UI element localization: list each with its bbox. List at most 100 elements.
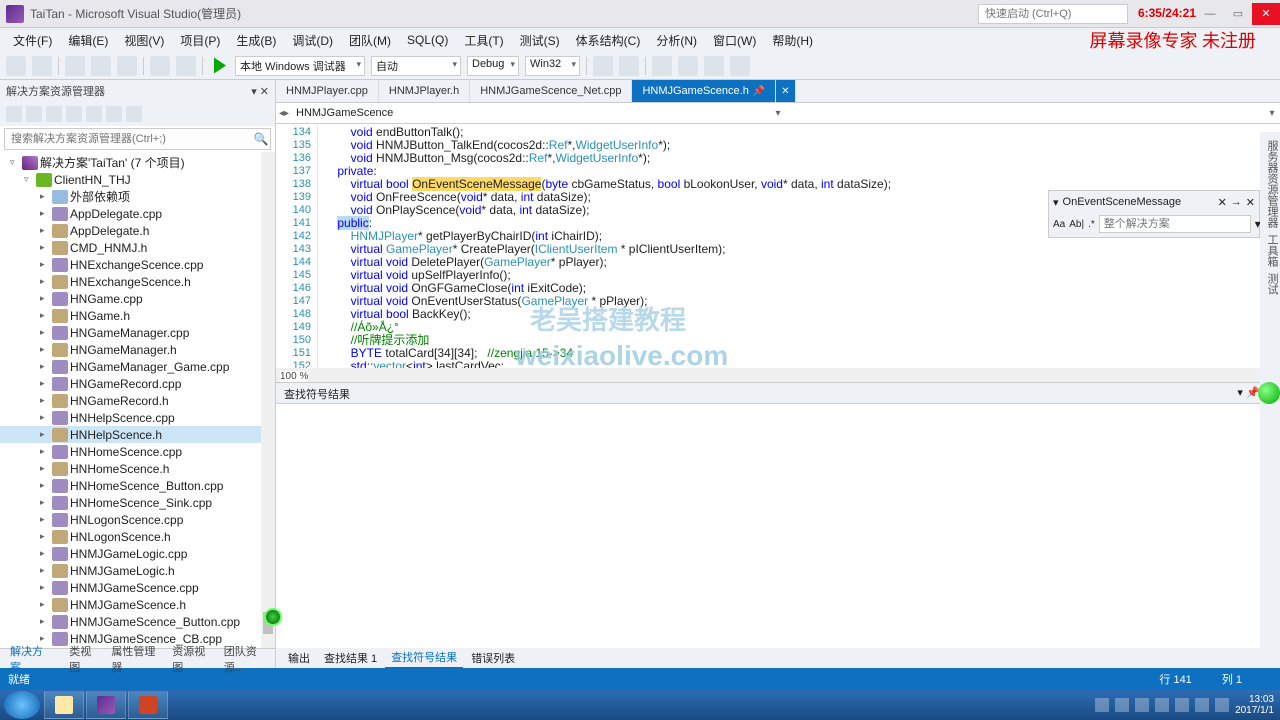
tab-hnmjplayer-cpp[interactable]: HNMJPlayer.cpp <box>276 80 379 102</box>
tab-find-results-1[interactable]: 查找结果 1 <box>318 648 383 668</box>
solution-search-input[interactable] <box>5 131 252 147</box>
redo-button[interactable] <box>176 56 196 76</box>
code-editor[interactable]: 1341351361371381391401411421431441451461… <box>276 124 1280 368</box>
start-debug-button[interactable] <box>209 56 229 76</box>
tray-icon-1[interactable] <box>1095 698 1109 712</box>
tool-button-2[interactable] <box>619 56 639 76</box>
taskbar-powerpoint[interactable] <box>128 691 168 719</box>
tab-hnmjplayer-h[interactable]: HNMJPlayer.h <box>379 80 470 102</box>
nav-back-icon[interactable]: ◂▸ <box>276 108 292 119</box>
tool-button-5[interactable] <box>704 56 724 76</box>
scrollbar[interactable] <box>261 152 275 648</box>
tree-item[interactable]: ▸HNLogonScence.h <box>0 528 275 545</box>
tree-item[interactable]: ▸HNMJGameScence.h <box>0 596 275 613</box>
menu-test[interactable]: 测试(S) <box>513 29 567 52</box>
menu-help[interactable]: 帮助(H) <box>765 29 820 52</box>
menu-team[interactable]: 团队(M) <box>342 29 398 52</box>
menu-sql[interactable]: SQL(Q) <box>400 30 455 50</box>
tree-item[interactable]: ▸HNHelpScence.h <box>0 426 275 443</box>
tree-item[interactable]: ▸HNGameManager.cpp <box>0 324 275 341</box>
tree-item[interactable]: ▸HNMJGameScence.cpp <box>0 579 275 596</box>
tree-item[interactable]: ▸HNLogonScence.cpp <box>0 511 275 528</box>
quick-launch-input[interactable] <box>978 4 1128 24</box>
se-home-icon[interactable] <box>6 106 22 122</box>
se-preview-icon[interactable] <box>126 106 142 122</box>
tree-item[interactable]: ▸AppDelegate.h <box>0 222 275 239</box>
tree-item[interactable]: ▸HNHomeScence.h <box>0 460 275 477</box>
tree-item[interactable]: ▸AppDelegate.cpp <box>0 205 275 222</box>
menu-debug[interactable]: 调试(D) <box>285 29 340 52</box>
tree-item[interactable]: ▸HNMJGameLogic.h <box>0 562 275 579</box>
system-tray[interactable]: 13:032017/1/1 <box>1095 694 1280 716</box>
tree-item[interactable]: ▸HNHomeScence_Button.cpp <box>0 477 275 494</box>
tree-item[interactable]: ▸HNHelpScence.cpp <box>0 409 275 426</box>
open-button[interactable] <box>91 56 111 76</box>
tree-item[interactable]: ▸HNExchangeScence.h <box>0 273 275 290</box>
close-button[interactable]: ✕ <box>1252 3 1280 25</box>
tree-item[interactable]: ▸HNMJGameScence_Master.cpp <box>0 647 275 648</box>
menu-edit[interactable]: 编辑(E) <box>61 29 115 52</box>
tab-toolbox[interactable]: 工具箱 <box>1260 234 1280 267</box>
tool-button-1[interactable] <box>593 56 613 76</box>
tree-item[interactable]: ▸HNGameManager_Game.cpp <box>0 358 275 375</box>
tab-test[interactable]: 测试 <box>1260 273 1280 295</box>
tree-item[interactable]: ▸HNHomeScence.cpp <box>0 443 275 460</box>
horizontal-scrollbar[interactable]: 100 % <box>276 368 1280 382</box>
tool-button-4[interactable] <box>678 56 698 76</box>
tab-output[interactable]: 输出 <box>282 648 316 668</box>
tray-volume-icon[interactable] <box>1215 698 1229 712</box>
start-button[interactable] <box>4 691 40 719</box>
tray-icon-5[interactable] <box>1175 698 1189 712</box>
solution-tree[interactable]: ▿解决方案'TaiTan' (7 个项目)▿ClientHN_THJ▸外部依赖项… <box>0 152 275 648</box>
tree-item[interactable]: ▸CMD_HNMJ.h <box>0 239 275 256</box>
find-next-icon[interactable]: → <box>1231 196 1242 208</box>
start-options-combo[interactable]: 自动 <box>371 56 461 76</box>
tree-item[interactable]: ▸HNGameRecord.h <box>0 392 275 409</box>
save-button[interactable] <box>117 56 137 76</box>
find-close-icon[interactable]: ✕ <box>1218 196 1227 209</box>
se-showall-icon[interactable] <box>66 106 82 122</box>
tree-item[interactable]: ▸HNGame.h <box>0 307 275 324</box>
tree-item[interactable]: ▸HNGame.cpp <box>0 290 275 307</box>
code-body[interactable]: void endButtonTalk(); void HNMJButton_Ta… <box>318 124 1280 368</box>
tool-button-6[interactable] <box>730 56 750 76</box>
menu-view[interactable]: 视图(V) <box>117 29 171 52</box>
taskbar-visualstudio[interactable] <box>86 691 126 719</box>
se-properties-icon[interactable] <box>106 106 122 122</box>
nav-scope-combo[interactable]: HNMJGameScence <box>292 107 770 119</box>
find-close2-icon[interactable]: ✕ <box>1246 196 1255 209</box>
find-panel[interactable]: ▾ OnEventSceneMessage ✕ → ✕ Aa Ab| .* ▾ <box>1048 190 1260 238</box>
config-combo[interactable]: Debug <box>467 56 519 76</box>
tree-item[interactable]: ▸HNMJGameScence_CB.cpp <box>0 630 275 647</box>
solution-search-box[interactable]: 🔍 <box>4 128 271 150</box>
menu-project[interactable]: 项目(P) <box>173 29 227 52</box>
results-dropdown-icon[interactable]: ▾ <box>1237 387 1243 399</box>
find-chevron-icon[interactable]: ▾ <box>1053 196 1059 209</box>
tree-item[interactable]: ▿解决方案'TaiTan' (7 个项目) <box>0 154 275 171</box>
find-scope-combo[interactable] <box>1099 215 1251 233</box>
se-sync-icon[interactable] <box>86 106 102 122</box>
search-icon[interactable]: 🔍 <box>252 132 270 146</box>
minimize-button[interactable]: — <box>1196 3 1224 25</box>
results-body[interactable] <box>276 404 1280 648</box>
tree-item[interactable]: ▸HNGameManager.h <box>0 341 275 358</box>
tree-item[interactable]: ▿ClientHN_THJ <box>0 171 275 188</box>
tray-icon-2[interactable] <box>1115 698 1129 712</box>
tab-server-explorer[interactable]: 服务器资源管理器 <box>1260 140 1280 228</box>
forward-button[interactable] <box>32 56 52 76</box>
debug-target-combo[interactable]: 本地 Windows 调试器 <box>235 56 365 76</box>
new-button[interactable] <box>65 56 85 76</box>
se-collapse-icon[interactable] <box>46 106 62 122</box>
menu-build[interactable]: 生成(B) <box>229 29 283 52</box>
tray-icon-4[interactable] <box>1155 698 1169 712</box>
tab-hnmjgamescence-h[interactable]: HNMJGameScence.h📌 <box>632 80 776 102</box>
tree-item[interactable]: ▸HNMJGameScence_Button.cpp <box>0 613 275 630</box>
tab-hnmjgamescence-net-cpp[interactable]: HNMJGameScence_Net.cpp <box>470 80 632 102</box>
menu-window[interactable]: 窗口(W) <box>706 29 763 52</box>
menu-file[interactable]: 文件(F) <box>6 29 59 52</box>
undo-button[interactable] <box>150 56 170 76</box>
pin-icon[interactable]: 📌 <box>753 86 765 97</box>
tray-icon-6[interactable] <box>1195 698 1209 712</box>
tree-item[interactable]: ▸HNHomeScence_Sink.cpp <box>0 494 275 511</box>
menu-arch[interactable]: 体系结构(C) <box>569 29 648 52</box>
